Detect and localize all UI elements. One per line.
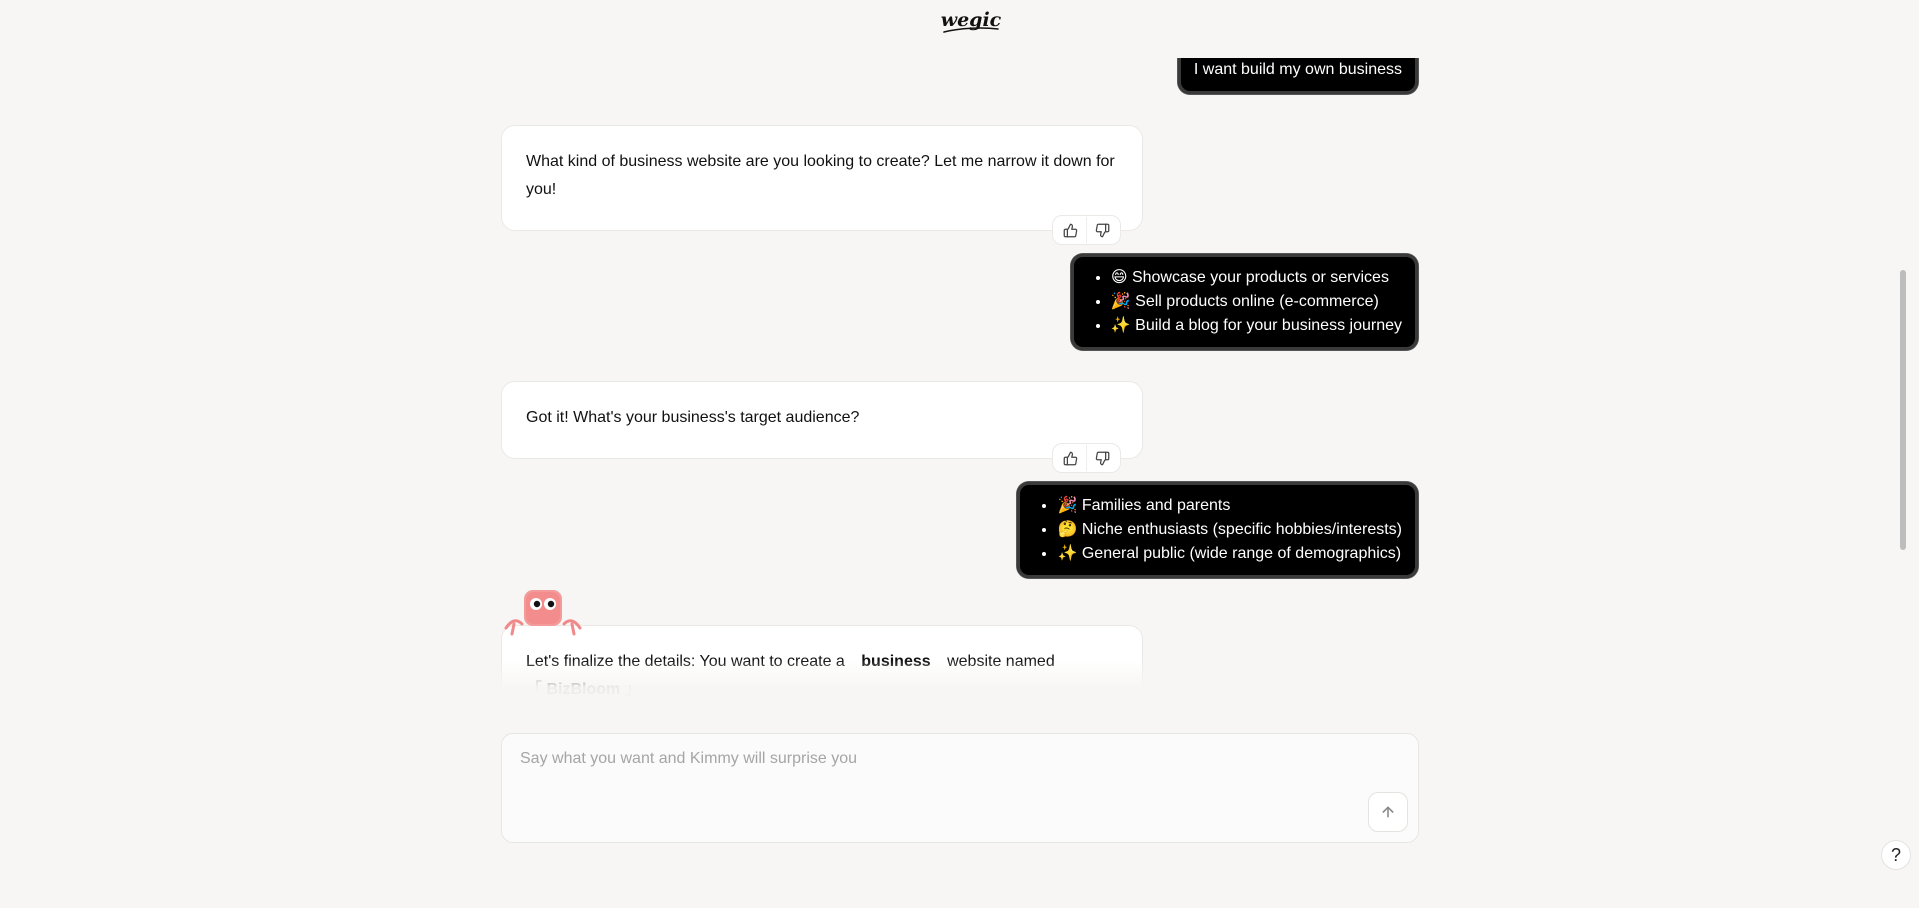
thumbs-down-icon: [1095, 451, 1110, 465]
arrow-up-icon: [1382, 806, 1394, 818]
kimmy-mascot-icon: [504, 590, 582, 636]
scrollbar-thumb[interactable]: [1900, 270, 1906, 550]
assistant-message: Let's finalize the details: You want to …: [501, 625, 1143, 698]
user-option: ✨ General public (wide range of demograp…: [1057, 542, 1402, 566]
website-type-tag: business: [861, 653, 931, 670]
assistant-message-text: What kind of business website are you lo…: [526, 153, 1115, 198]
assistant-message-text: Got it! What's your business's target au…: [526, 409, 860, 426]
chat-page: wegic I want build my own business What …: [0, 0, 1919, 908]
dislike-button[interactable]: [1086, 217, 1118, 243]
dislike-button[interactable]: [1086, 445, 1118, 471]
message-feedback: [1052, 215, 1121, 245]
user-message-text: I want build my own business: [1193, 61, 1402, 78]
user-option: 🎉 Families and parents: [1057, 494, 1402, 518]
thumbs-up-icon: [1063, 223, 1078, 237]
chat-scroll-area[interactable]: I want build my own business What kind o…: [0, 58, 1919, 698]
user-option: ✨ Build a blog for your business journey: [1111, 314, 1402, 338]
like-button[interactable]: [1055, 217, 1086, 243]
message-feedback: [1052, 443, 1121, 473]
wegic-logo[interactable]: wegic: [940, 4, 1002, 38]
bracket-open: 「: [526, 681, 543, 698]
user-message: 😄 Showcase your products or services 🎉 S…: [1070, 254, 1418, 350]
assistant-message-text: website named: [947, 653, 1055, 670]
user-option-list: 🎉 Families and parents 🤔 Niche enthusias…: [1033, 494, 1402, 566]
send-button[interactable]: [1368, 792, 1408, 832]
help-label: ?: [1890, 844, 1901, 865]
help-button[interactable]: ?: [1881, 840, 1911, 870]
user-option: 😄 Showcase your products or services: [1111, 266, 1402, 290]
thumbs-up-icon: [1063, 451, 1078, 465]
assistant-message: What kind of business website are you lo…: [501, 125, 1143, 231]
user-option: 🎉 Sell products online (e-commerce): [1111, 290, 1402, 314]
user-option-list: 😄 Showcase your products or services 🎉 S…: [1087, 266, 1402, 338]
bracket-close: 」: [624, 681, 641, 698]
user-message: 🎉 Families and parents 🤔 Niche enthusias…: [1017, 482, 1418, 578]
user-message: I want build my own business: [1177, 58, 1418, 94]
website-name-tag: BizBloom: [546, 681, 621, 698]
user-option: 🤔 Niche enthusiasts (specific hobbies/in…: [1057, 518, 1402, 542]
chat-input-box: [501, 733, 1419, 843]
like-button[interactable]: [1055, 445, 1086, 471]
assistant-message-text: Let's finalize the details: You want to …: [526, 653, 845, 670]
chat-input[interactable]: [518, 748, 1382, 808]
thumbs-down-icon: [1095, 223, 1110, 237]
assistant-message: Got it! What's your business's target au…: [501, 381, 1143, 459]
